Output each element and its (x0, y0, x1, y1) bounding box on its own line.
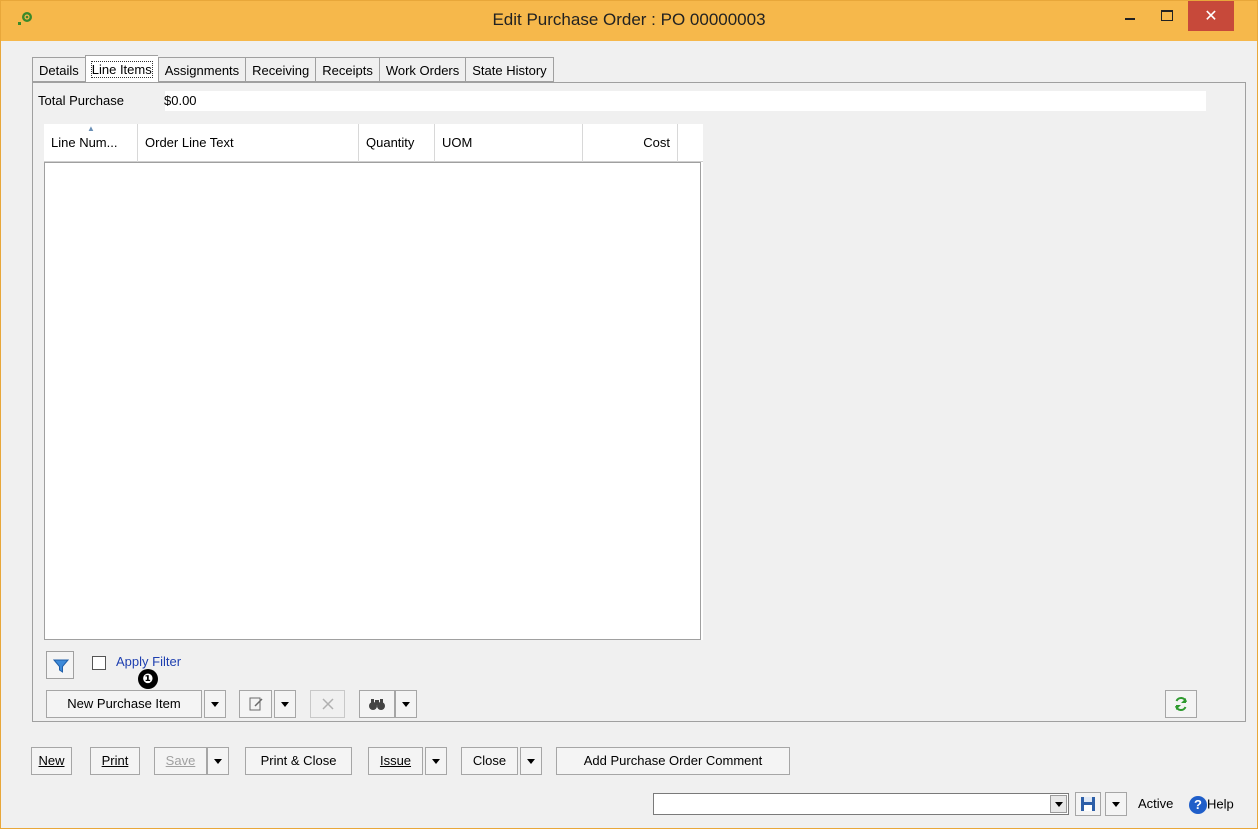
issue-button[interactable]: Issue (368, 747, 423, 775)
add-purchase-order-comment-button[interactable]: Add Purchase Order Comment (556, 747, 790, 775)
edit-icon (249, 697, 263, 711)
filter-button[interactable] (46, 651, 74, 679)
save-dropdown[interactable] (207, 747, 229, 775)
help-link[interactable]: ? Help (1189, 796, 1234, 814)
tab-strip: Details Line Items Assignments Receiving… (32, 55, 554, 83)
status-combo-box[interactable] (653, 793, 1069, 815)
apply-filter-label[interactable]: Apply Filter (116, 654, 181, 669)
tab-receiving[interactable]: Receiving (245, 57, 316, 82)
close-button[interactable]: Close (461, 747, 518, 775)
edit-item-dropdown[interactable] (274, 690, 296, 718)
sort-ascending-icon: ▲ (87, 124, 95, 133)
status-combo-dropdown[interactable] (1050, 795, 1067, 813)
print-and-close-button[interactable]: Print & Close (245, 747, 352, 775)
refresh-button[interactable] (1165, 690, 1197, 718)
close-window-button[interactable]: ✕ (1188, 1, 1234, 31)
help-icon: ? (1189, 796, 1207, 814)
edit-purchase-order-window: Edit Purchase Order : PO 00000003 ✕ Deta… (0, 0, 1258, 829)
grid-header: ▲ Line Num... Order Line Text Quantity U… (44, 124, 703, 162)
close-icon: ✕ (1204, 8, 1218, 25)
find-item-dropdown[interactable] (395, 690, 417, 718)
tab-assignments[interactable]: Assignments (157, 57, 246, 82)
delete-item-button[interactable] (310, 690, 345, 718)
find-item-button[interactable] (359, 690, 395, 718)
minimize-button[interactable] (1115, 1, 1145, 31)
print-button[interactable]: Print (90, 747, 140, 775)
grid-body[interactable] (44, 162, 701, 640)
maximize-button[interactable] (1151, 1, 1181, 31)
window-title: Edit Purchase Order : PO 00000003 (492, 10, 766, 29)
edit-item-button[interactable] (239, 690, 272, 718)
status-state: Active (1138, 796, 1174, 811)
tab-line-items[interactable]: Line Items (84, 55, 158, 82)
apply-filter-checkbox[interactable] (92, 656, 106, 670)
save-button[interactable]: Save (154, 747, 207, 775)
close-dropdown[interactable] (520, 747, 542, 775)
total-purchase-bar (165, 91, 1206, 111)
column-header-quantity[interactable]: Quantity (359, 124, 435, 162)
tab-work-orders[interactable]: Work Orders (378, 57, 466, 82)
new-purchase-item-button[interactable]: New Purchase Item (46, 690, 202, 718)
save-layout-button[interactable] (1075, 792, 1101, 816)
column-header-cost[interactable]: Cost (583, 124, 678, 162)
tab-details[interactable]: Details (32, 57, 85, 82)
save-layout-dropdown[interactable] (1105, 792, 1127, 816)
total-purchase-label: Total Purchase (38, 93, 124, 108)
new-purchase-item-dropdown[interactable] (204, 690, 226, 718)
refresh-icon (1175, 696, 1187, 712)
floppy-icon (1081, 797, 1095, 811)
total-purchase-value: $0.00 (164, 93, 197, 108)
column-header-uom[interactable]: UOM (435, 124, 583, 162)
filter-icon (53, 659, 69, 673)
column-header-line-num[interactable]: ▲ Line Num... (44, 124, 138, 162)
line-items-grid: ▲ Line Num... Order Line Text Quantity U… (44, 124, 703, 680)
tab-state-history[interactable]: State History (465, 57, 554, 82)
new-button[interactable]: New (31, 747, 72, 775)
callout-marker: ❶ (138, 669, 158, 689)
issue-dropdown[interactable] (425, 747, 447, 775)
tab-receipts[interactable]: Receipts (315, 57, 379, 82)
title-bar: Edit Purchase Order : PO 00000003 ✕ (1, 1, 1257, 41)
binoculars-icon (369, 699, 385, 710)
delete-icon (321, 698, 334, 710)
column-header-order-line-text[interactable]: Order Line Text (138, 124, 359, 162)
